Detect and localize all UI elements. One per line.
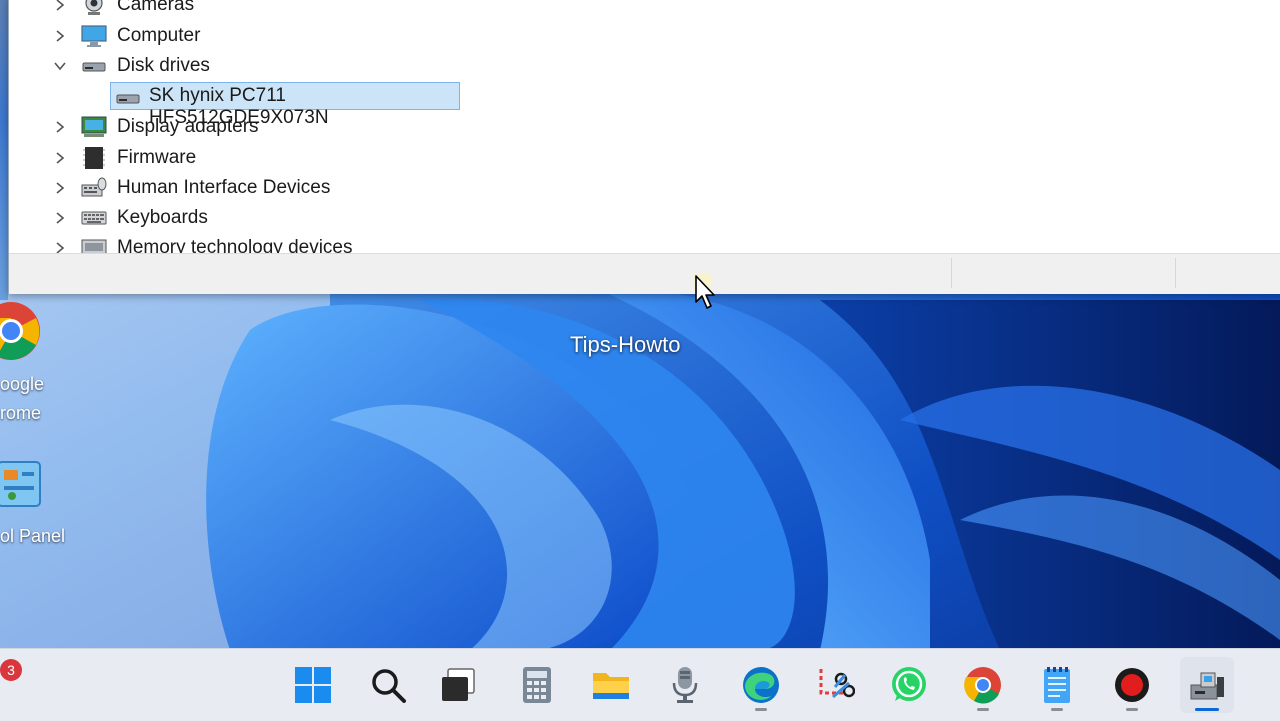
tree-item-firmware[interactable]: Firmware <box>9 144 609 172</box>
notification-badge[interactable]: 3 <box>0 659 22 681</box>
desktop-icon-label[interactable]: oogle <box>0 374 44 395</box>
running-indicator <box>1126 708 1138 711</box>
snipping-tool-icon <box>819 669 855 699</box>
device-manager-icon <box>1190 672 1224 700</box>
tree-item-disk-drives[interactable]: Disk drives <box>9 52 609 80</box>
tree-item-sk-hynix-drive[interactable]: SK hynix PC711 HFS512GDE9X073N <box>110 82 460 128</box>
firmware-chip-icon <box>83 147 105 169</box>
chevron-down-icon[interactable] <box>53 59 67 73</box>
taskbar-file-explorer-button[interactable] <box>584 657 638 713</box>
chrome-icon <box>964 667 1001 704</box>
memory-device-icon <box>81 239 107 253</box>
taskbar <box>0 648 1280 721</box>
mouse-pointer-icon <box>694 274 715 309</box>
task-view-icon <box>442 668 475 701</box>
disk-drive-icon <box>116 94 140 104</box>
notepad-icon <box>1044 667 1070 703</box>
background-window-edge <box>0 0 8 300</box>
running-indicator <box>977 708 989 711</box>
tree-item-label: Keyboards <box>117 207 208 228</box>
taskbar-notepad-button[interactable] <box>1030 657 1084 713</box>
control-panel-icon[interactable] <box>0 458 44 510</box>
device-tree[interactable]: Cameras Computer Disk drives SK hynix PC… <box>9 0 1280 253</box>
keyboard-icon <box>81 211 107 225</box>
search-icon <box>372 669 406 703</box>
taskbar-device-manager-button[interactable] <box>1180 657 1234 713</box>
taskbar-voice-recorder-button[interactable] <box>658 657 712 713</box>
chevron-right-icon[interactable] <box>53 0 67 12</box>
taskbar-task-view-button[interactable] <box>431 657 485 713</box>
tree-item-label: Firmware <box>117 147 197 168</box>
tree-item-label: Memory technology devices <box>117 237 353 253</box>
camera-icon <box>85 0 103 15</box>
device-manager-window[interactable]: Cameras Computer Disk drives SK hynix PC… <box>8 0 1280 294</box>
chrome-icon[interactable] <box>0 298 42 364</box>
edge-icon <box>743 667 779 703</box>
running-indicator <box>755 708 767 711</box>
hid-icon <box>81 177 107 197</box>
tree-item-keyboards[interactable]: Keyboards <box>9 204 609 232</box>
running-indicator <box>1195 708 1219 711</box>
screen-recorder-icon <box>1115 668 1149 702</box>
taskbar-edge-button[interactable] <box>734 657 788 713</box>
tree-item-human-interface-devices[interactable]: Human Interface Devices <box>9 174 609 202</box>
disk-drive-icon <box>82 62 106 72</box>
desktop-icon-label[interactable]: ol Panel <box>0 526 65 547</box>
status-bar-divider <box>1175 258 1176 288</box>
display-adapter-icon <box>81 116 107 137</box>
taskbar-search-button[interactable] <box>361 657 415 713</box>
calculator-icon <box>523 667 551 703</box>
chevron-right-icon[interactable] <box>53 29 67 43</box>
chevron-right-icon[interactable] <box>53 211 67 225</box>
chevron-right-icon[interactable] <box>53 120 67 134</box>
tree-item-label: Display adapters <box>117 116 259 137</box>
taskbar-start-button[interactable] <box>286 657 340 713</box>
taskbar-chrome-button[interactable] <box>956 657 1010 713</box>
tree-item-cameras[interactable]: Cameras <box>9 0 609 19</box>
tree-item-memory-technology-devices[interactable]: Memory technology devices <box>9 234 609 253</box>
taskbar-screen-recorder-button[interactable] <box>1105 657 1159 713</box>
watermark-text: Tips-Howto <box>570 332 681 357</box>
windows-start-icon <box>295 667 331 703</box>
tree-item-label: Disk drives <box>117 55 210 76</box>
taskbar-whatsapp-button[interactable] <box>882 657 936 713</box>
file-explorer-icon <box>593 673 629 699</box>
whatsapp-icon <box>892 667 926 701</box>
tree-item-label: Human Interface Devices <box>117 177 331 198</box>
tree-item-label: Cameras <box>117 0 195 15</box>
tree-item-label: Computer <box>117 25 201 46</box>
desktop-icon-label[interactable]: rome <box>0 403 41 424</box>
chevron-right-icon[interactable] <box>53 151 67 165</box>
tree-item-display-adapters[interactable]: Display adapters <box>9 113 609 141</box>
tree-item-computer[interactable]: Computer <box>9 22 609 50</box>
monitor-icon <box>81 25 107 47</box>
chevron-right-icon[interactable] <box>53 241 67 253</box>
taskbar-snipping-tool-button[interactable] <box>808 657 862 713</box>
status-bar-divider <box>951 258 952 288</box>
chevron-right-icon[interactable] <box>53 181 67 195</box>
running-indicator <box>1051 708 1063 711</box>
taskbar-calculator-button[interactable] <box>510 657 564 713</box>
microphone-icon <box>672 667 698 703</box>
status-bar <box>9 253 1280 294</box>
